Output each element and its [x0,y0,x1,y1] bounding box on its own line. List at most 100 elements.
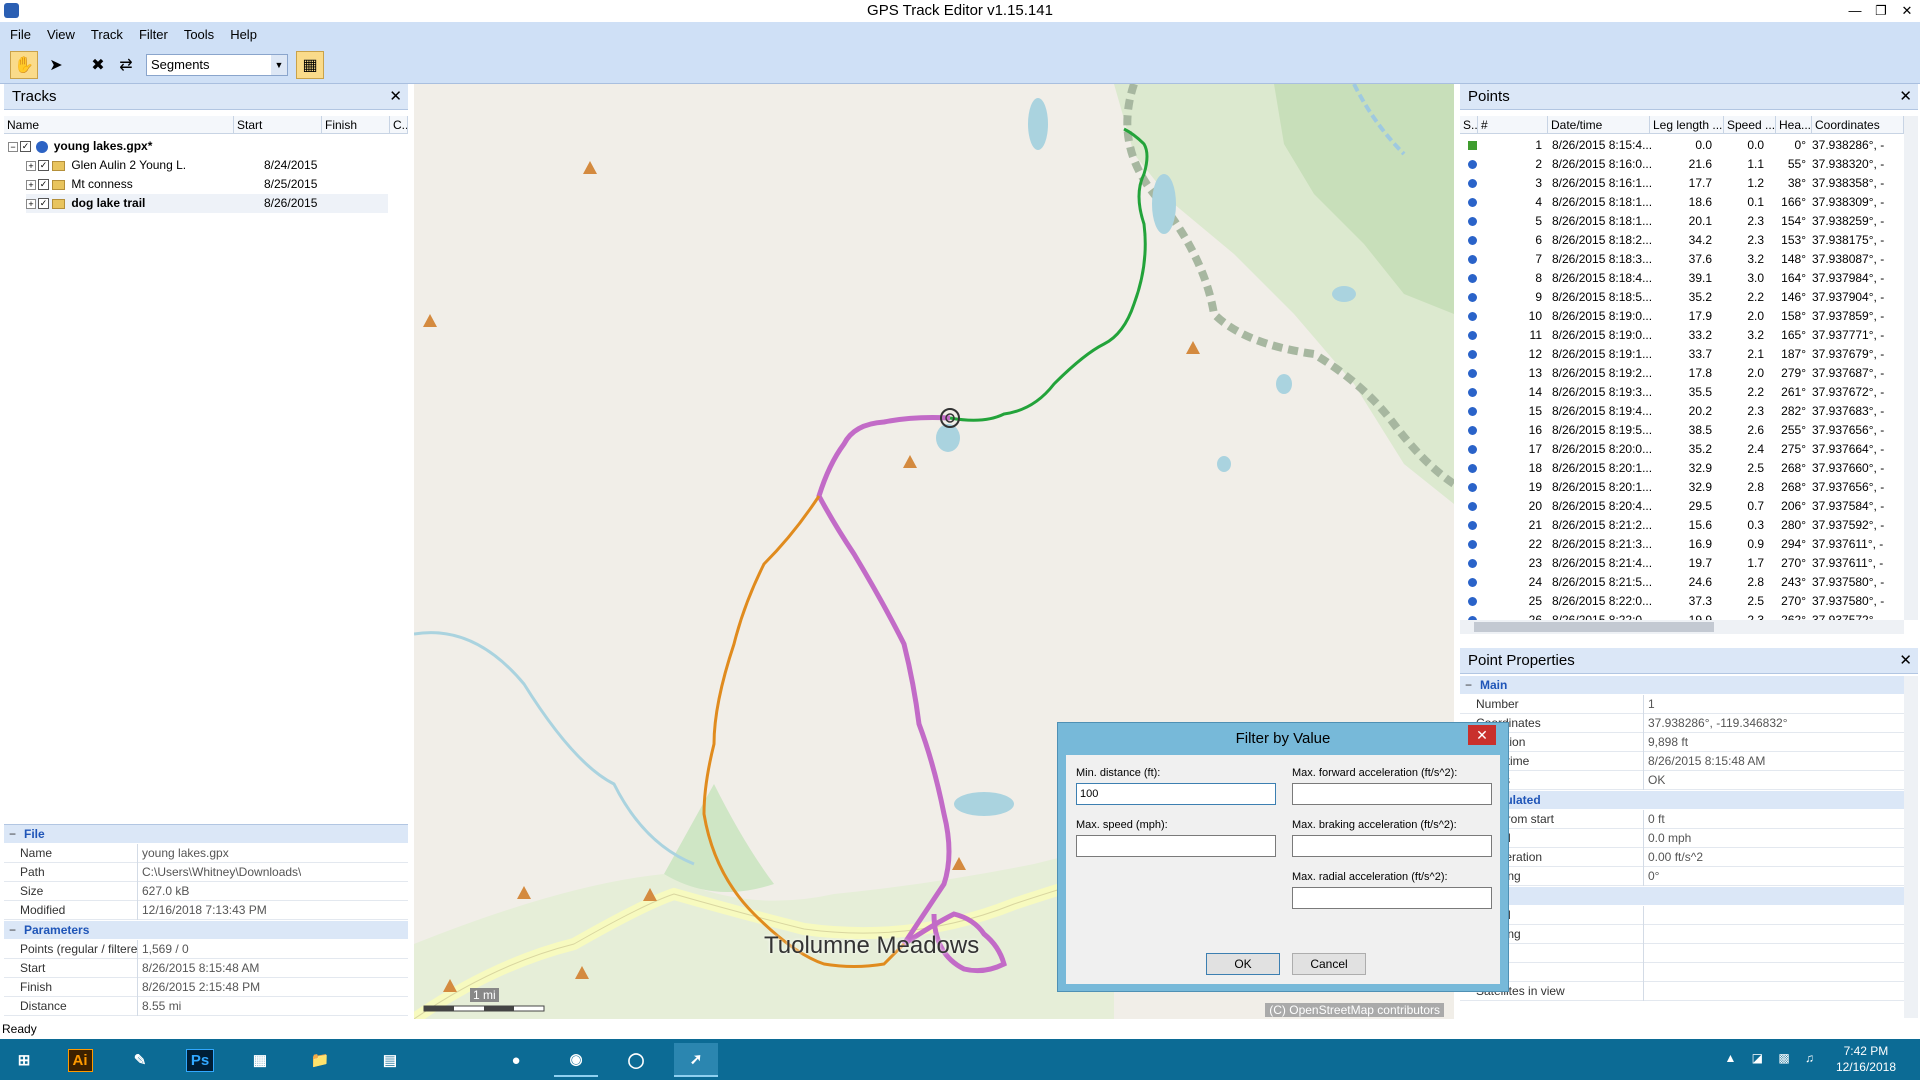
gps-track-editor-taskbar-icon[interactable]: ➚ [674,1043,718,1077]
firefox-icon[interactable]: ● [494,1043,538,1077]
illustrator-icon[interactable]: Ai [58,1043,102,1077]
section-extra[interactable] [1460,887,1904,905]
menu-filter[interactable]: Filter [139,27,168,42]
map-layer-icon[interactable]: ▦ [296,51,324,79]
close-icon[interactable]: ✕ [1899,648,1912,674]
min-distance-input[interactable]: 100 [1076,783,1276,805]
col-name[interactable]: Name [4,116,234,134]
menu-track[interactable]: Track [91,27,123,42]
notes-app-icon[interactable]: ✎ [118,1043,162,1077]
points-table-row[interactable]: 13 8/26/2015 8:19:2... 17.8 2.0 279° 37.93768… [1460,364,1904,383]
apps-grid-icon[interactable]: ▦ [238,1043,282,1077]
menu-file[interactable]: File [10,27,31,42]
cancel-button[interactable]: Cancel [1292,953,1366,975]
points-table-row[interactable]: 20 8/26/2015 8:20:4... 29.5 0.7 206° 37.93758… [1460,497,1904,516]
windows-start-icon[interactable]: ⊞ [2,1043,46,1077]
max-speed-input[interactable] [1076,835,1276,857]
photoshop-icon[interactable]: Ps [178,1043,222,1077]
collapse-icon[interactable]: − [8,141,18,152]
points-table-row[interactable]: 2 8/26/2015 8:16:0... 21.6 1.1 55° 37.938320°… [1460,155,1904,174]
points-table-row[interactable]: 18 8/26/2015 8:20:1... 32.9 2.5 268° 37.93766… [1460,459,1904,478]
close-window-button[interactable]: ✕ [1894,0,1920,22]
track-row-selected[interactable]: + ✓ dog lake trail 8/26/2015 [26,194,388,213]
col-finish[interactable]: Finish [322,116,390,134]
points-table-row[interactable]: 26 8/26/2015 8:22:0... 19.9 2.3 262° 37.93757… [1460,611,1904,620]
points-table-row[interactable]: 23 8/26/2015 8:21:4... 19.7 1.7 270° 37.93761… [1460,554,1904,573]
points-table-row[interactable]: 12 8/26/2015 8:19:1... 33.7 2.1 187° 37.93767… [1460,345,1904,364]
close-icon[interactable]: ✕ [1899,84,1912,110]
points-table-row[interactable]: 14 8/26/2015 8:19:3... 35.5 2.2 261° 37.93767… [1460,383,1904,402]
mode-select[interactable]: Segments ▼ [146,54,288,76]
checkbox[interactable]: ✓ [20,141,31,153]
taskbar-clock[interactable]: 7:42 PM 12/16/2018 [1836,1043,1896,1075]
checkbox[interactable]: ✓ [38,198,49,210]
calculator-icon[interactable]: ▤ [368,1043,412,1077]
points-table-row[interactable]: 24 8/26/2015 8:21:5... 24.6 2.8 243° 37.93758… [1460,573,1904,592]
max-radial-accel-input[interactable] [1292,887,1492,909]
points-table-row[interactable]: 19 8/26/2015 8:20:1... 32.9 2.8 268° 37.93765… [1460,478,1904,497]
points-table-row[interactable]: 17 8/26/2015 8:20:0... 35.2 2.4 275° 37.93766… [1460,440,1904,459]
col-number[interactable]: # [1478,116,1548,134]
points-table-row[interactable]: 11 8/26/2015 8:19:0... 33.2 3.2 165° 37.93777… [1460,326,1904,345]
section-parameters[interactable]: − Parameters [4,921,408,939]
col-c[interactable]: C... [390,116,408,134]
expand-icon[interactable]: + [26,198,36,209]
points-scrollbar[interactable] [1904,116,1918,620]
menu-help[interactable]: Help [230,27,257,42]
points-table-row[interactable]: 25 8/26/2015 8:22:0... 37.3 2.5 270° 37.93758… [1460,592,1904,611]
checkbox[interactable]: ✓ [38,160,49,172]
points-table-row[interactable]: 3 8/26/2015 8:16:1... 17.7 1.2 38° 37.938358°… [1460,174,1904,193]
points-table-row[interactable]: 5 8/26/2015 8:18:1... 20.1 2.3 154° 37.938259… [1460,212,1904,231]
track-row[interactable]: + ✓ Mt conness 8/25/2015 [26,175,388,194]
split-icon[interactable]: ✖ [84,51,112,79]
col-datetime[interactable]: Date/time [1548,116,1650,134]
expand-icon[interactable]: + [26,160,36,171]
points-hscrollbar[interactable] [1460,620,1904,634]
points-table-row[interactable]: 16 8/26/2015 8:19:5... 38.5 2.6 255° 37.93765… [1460,421,1904,440]
points-table-row[interactable]: 9 8/26/2015 8:18:5... 35.2 2.2 146° 37.937904… [1460,288,1904,307]
max-forward-accel-input[interactable] [1292,783,1492,805]
merge-icon[interactable]: ⇄ [112,51,140,79]
point-coordinates: 37.937580°, - [1812,594,1885,608]
col-start[interactable]: Start [234,116,322,134]
col-speed[interactable]: Speed ... [1724,116,1776,134]
points-table-row[interactable]: 22 8/26/2015 8:21:3... 16.9 0.9 294° 37.93761… [1460,535,1904,554]
points-table-row[interactable]: 15 8/26/2015 8:19:4... 20.2 2.3 282° 37.93768… [1460,402,1904,421]
points-table-row[interactable]: 10 8/26/2015 8:19:0... 17.9 2.0 158° 37.93785… [1460,307,1904,326]
point-datetime: 8/26/2015 8:21:3... [1552,537,1653,551]
track-row[interactable]: + ✓ Glen Aulin 2 Young L. 8/24/2015 [26,156,388,175]
section-main[interactable]: − Main [1460,676,1904,694]
minimize-button[interactable]: — [1842,0,1868,22]
col-coordinates[interactable]: Coordinates [1812,116,1904,134]
section-file[interactable]: − File [4,825,408,843]
points-table-row[interactable]: 21 8/26/2015 8:21:2... 15.6 0.3 280° 37.93759… [1460,516,1904,535]
expand-icon[interactable]: + [26,179,36,190]
hand-tool-icon[interactable]: ✋ [10,51,38,79]
checkbox[interactable]: ✓ [38,179,49,191]
blender-icon[interactable]: ◯ [614,1043,658,1077]
menu-tools[interactable]: Tools [184,27,214,42]
close-icon[interactable]: ✕ [389,84,402,110]
col-leg-length[interactable]: Leg length ... [1650,116,1724,134]
track-root-row[interactable]: − ✓ young lakes.gpx* [8,137,388,156]
points-table-row[interactable]: 7 8/26/2015 8:18:3... 37.6 3.2 148° 37.938087… [1460,250,1904,269]
point-props-scrollbar[interactable] [1904,676,1918,1018]
col-heading[interactable]: Hea... [1776,116,1812,134]
ok-button[interactable]: OK [1206,953,1280,975]
select-arrow-icon[interactable]: ➤ [42,51,70,79]
points-table-row[interactable]: 8 8/26/2015 8:18:4... 39.1 3.0 164° 37.937984… [1460,269,1904,288]
maximize-button[interactable]: ❐ [1868,0,1894,22]
max-braking-accel-input[interactable] [1292,835,1492,857]
hscroll-thumb[interactable] [1474,622,1714,632]
section-calculated[interactable]: −Calculated [1460,791,1904,809]
col-status[interactable]: S... [1460,116,1478,134]
close-icon[interactable]: ✕ [1468,725,1496,745]
menu-view[interactable]: View [47,27,75,42]
point-heading: 164° [1781,271,1806,285]
points-table-row[interactable]: 1 8/26/2015 8:15:4... 0.0 0.0 0° 37.938286°, … [1460,136,1904,155]
chrome-icon[interactable]: ◉ [554,1043,598,1077]
file-explorer-icon[interactable]: 📁 [298,1043,342,1077]
points-table-row[interactable]: 6 8/26/2015 8:18:2... 34.2 2.3 153° 37.938175… [1460,231,1904,250]
points-table[interactable]: 1 8/26/2015 8:15:4... 0.0 0.0 0° 37.938286°, … [1460,136,1904,620]
points-table-row[interactable]: 4 8/26/2015 8:18:1... 18.6 0.1 166° 37.938309… [1460,193,1904,212]
